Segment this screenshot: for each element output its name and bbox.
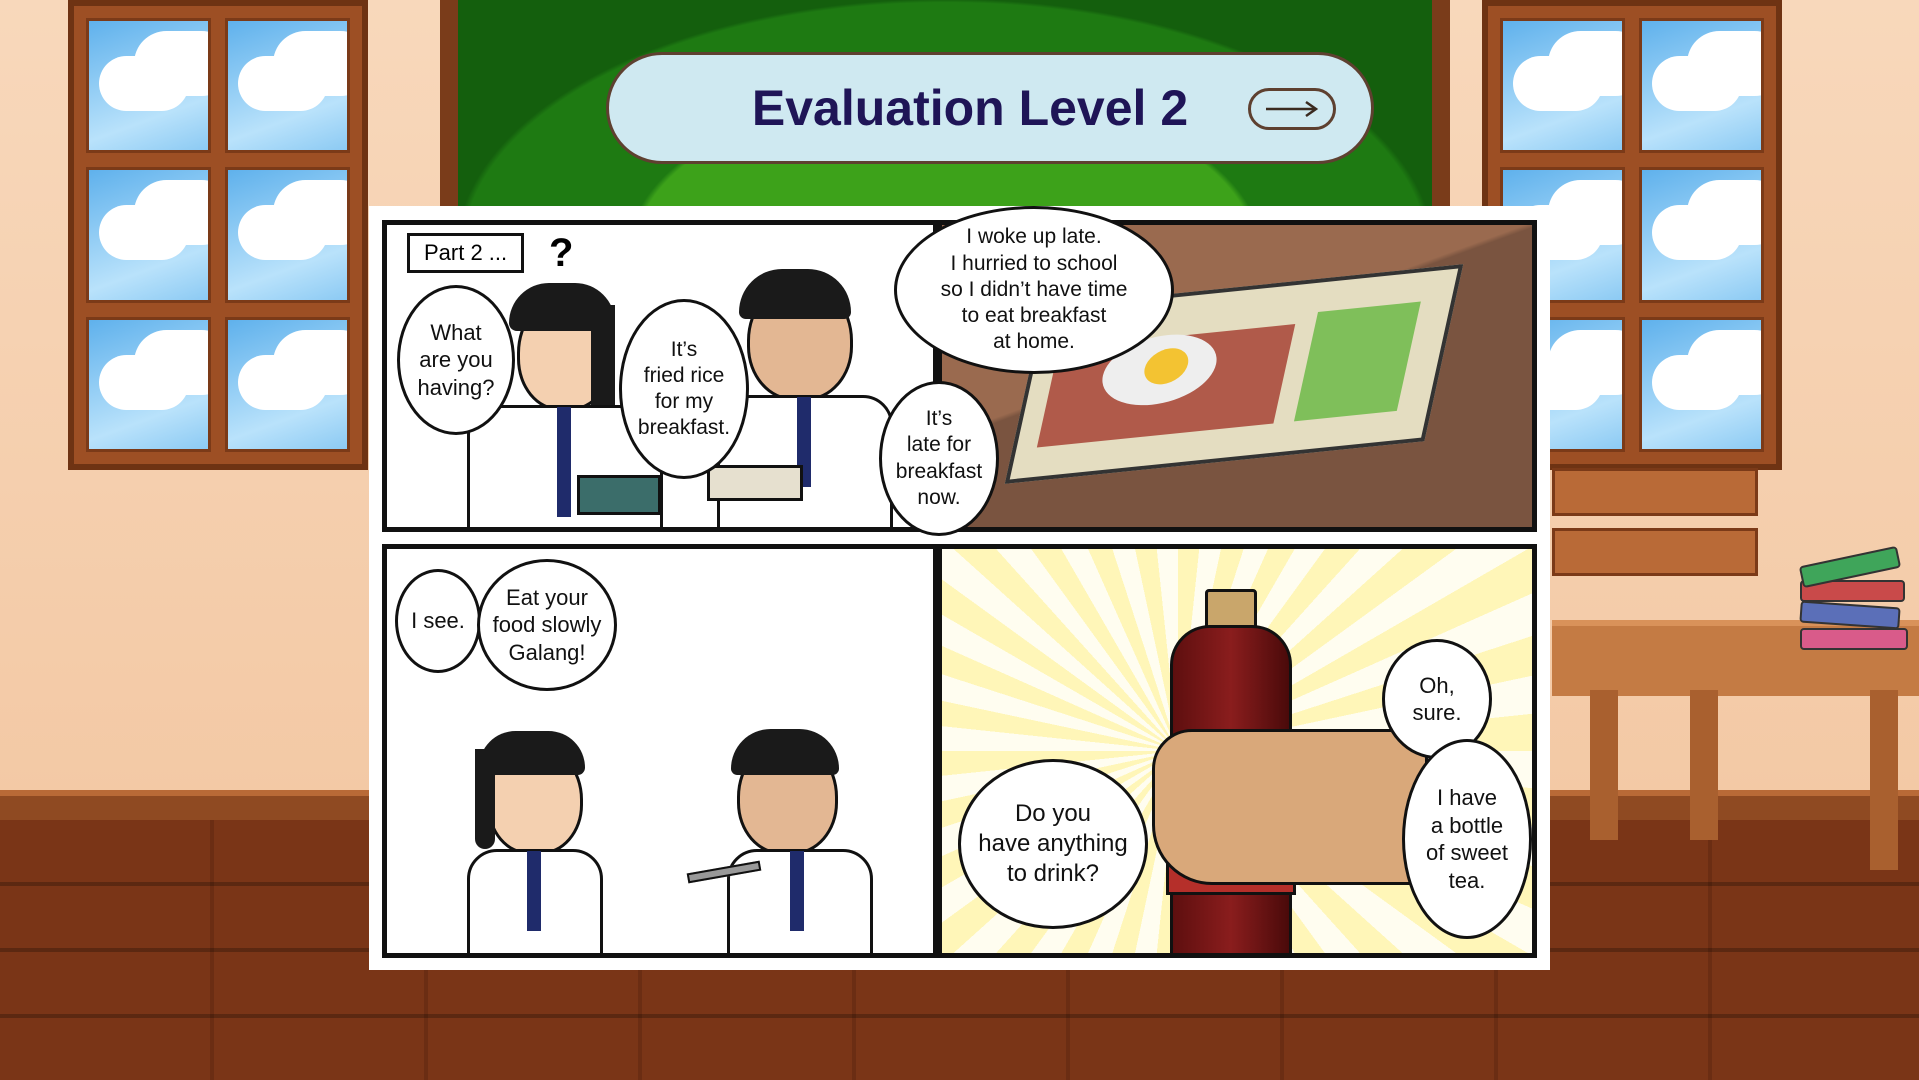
girl-tie (527, 851, 541, 931)
girl-tie (557, 407, 571, 517)
part-label: Part 2 ... (407, 233, 525, 273)
window-pane (1500, 18, 1625, 154)
boy-hair (731, 729, 839, 775)
speech-bubble-what-having: What are you having? (397, 285, 515, 435)
hand-holding-bottle (1152, 729, 1428, 885)
girl-ponytail (475, 749, 495, 849)
book-stack-icon (1798, 545, 1910, 650)
bench-backrest (1552, 528, 1758, 576)
speech-bubble-fried-rice: It’s fried rice for my breakfast. (619, 299, 749, 479)
comic-panel-1: Part 2 ... ? What are you having? It’s f… (382, 220, 938, 532)
table-leg (1690, 690, 1718, 840)
speech-bubble-late-breakfast: It’s late for breakfast now. (879, 381, 999, 536)
comic-strip: Part 2 ... ? What are you having? It’s f… (369, 206, 1550, 970)
page-title: Evaluation Level 2 (751, 80, 1189, 136)
window-pane (225, 18, 350, 154)
lunch-box (577, 475, 661, 515)
book (1800, 628, 1908, 650)
girl-ponytail (591, 305, 615, 415)
window-pane (1639, 18, 1764, 154)
next-button[interactable] (1248, 88, 1336, 130)
arrow-right-icon (1266, 100, 1319, 118)
speech-bubble-woke-up-late: I woke up late. I hurried to school so I… (894, 206, 1174, 374)
speech-bubble-sweet-tea: I have a bottle of sweet tea. (1402, 739, 1532, 939)
book (1799, 600, 1901, 630)
boy-hair (739, 269, 851, 319)
window-pane (86, 18, 211, 154)
table-leg (1870, 690, 1898, 870)
boy-tie (790, 851, 804, 931)
window-pane (225, 316, 350, 452)
window-pane (1639, 316, 1764, 452)
speech-bubble-i-see: I see. (395, 569, 481, 673)
lunch-box (707, 465, 803, 501)
question-mark: ? (549, 231, 574, 275)
window-pane (1639, 167, 1764, 303)
window-pane (86, 167, 211, 303)
left-window (68, 0, 368, 470)
comic-panel-3: I see. Eat your food slowly Galang! (382, 544, 938, 958)
table-leg (1590, 690, 1618, 840)
speech-bubble-anything-to-drink: Do you have anything to drink? (958, 759, 1148, 929)
window-pane (225, 167, 350, 303)
comic-panel-4: Do you have anything to drink? Oh, sure.… (937, 544, 1537, 958)
bench-backrest (1552, 468, 1758, 516)
speech-bubble-eat-slowly: Eat your food slowly Galang! (477, 559, 617, 691)
vegetables (1293, 301, 1421, 422)
window-pane (86, 316, 211, 452)
